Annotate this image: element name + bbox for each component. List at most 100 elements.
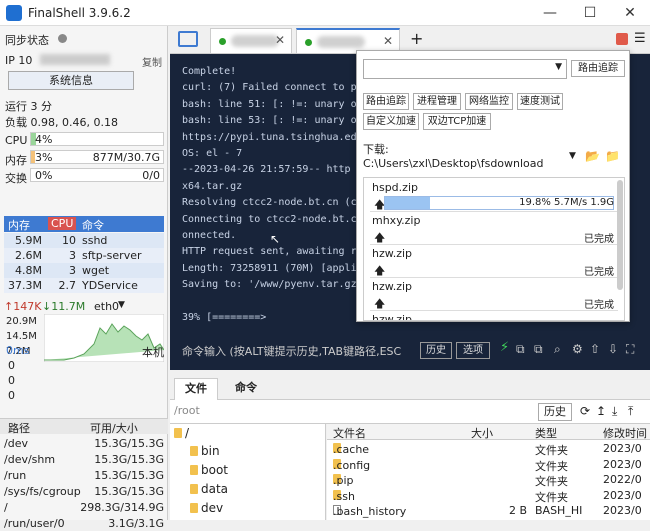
folder-open-icon[interactable]: 📂	[585, 149, 600, 163]
disk-header-path[interactable]: 路径	[8, 420, 30, 436]
file-row[interactable]: .config 文件夹 2023/0	[327, 457, 650, 473]
disk-row[interactable]: / 298.3G/314.9G	[0, 500, 168, 515]
file-name: .cache	[333, 443, 370, 456]
load-text: 负载 0.98, 0.46, 0.18	[5, 116, 118, 129]
tool-tcp-accel[interactable]: 双边TCP加速	[423, 113, 491, 130]
file-row[interactable]: .bash_history 2 B BASH_HI 2023/0	[327, 503, 650, 519]
minimize-button[interactable]: —	[530, 0, 570, 26]
process-table-header: 内存 CPU 命令	[4, 216, 164, 232]
command-input[interactable]: 命令输入 (按ALT键提示历史,TAB键路径,ESC	[182, 343, 401, 359]
history-button[interactable]: 历史	[420, 342, 452, 359]
download-filename: hzw.zip	[372, 280, 413, 293]
download-icon[interactable]: ⇩	[608, 342, 618, 356]
file-row[interactable]: .pip 文件夹 2022/0	[327, 472, 650, 488]
download-item[interactable]: hspd.zip 🡅 19.8% 5.7M/s 1.9G	[370, 180, 618, 212]
download-file-icon[interactable]: ⤓	[612, 404, 617, 419]
disk-row[interactable]: /dev/shm 15.3G/15.3G	[0, 452, 168, 467]
file-size: 2 B	[509, 504, 528, 517]
process-row[interactable]: 4.8M 3 wget	[4, 263, 164, 278]
refresh-icon[interactable]: ⟳	[580, 404, 590, 418]
disk-size: 3.1G/3.1G	[108, 517, 164, 530]
disk-row[interactable]: /sys/fs/cgroup 15.3G/15.3G	[0, 484, 168, 499]
tree-item-boot[interactable]: boot	[190, 463, 228, 477]
file-row[interactable]: .ssh 文件夹 2023/0	[327, 488, 650, 504]
gear-icon[interactable]: ⚙	[572, 342, 583, 356]
search-icon[interactable]: ⌕	[554, 342, 561, 357]
chevron-down-icon[interactable]: ▼	[118, 300, 125, 310]
header-type[interactable]: 类型	[535, 425, 557, 441]
copy-icon[interactable]: ⧉	[516, 342, 525, 357]
tool-network-monitor[interactable]: 网络监控	[465, 93, 513, 110]
options-button[interactable]: 选项	[456, 342, 490, 359]
disk-row[interactable]: /dev 15.3G/15.3G	[0, 436, 168, 451]
download-item[interactable]: hzw.zip 🡅 已完成	[370, 246, 618, 278]
tool-route-trace[interactable]: 路由追踪	[363, 93, 409, 110]
maximize-button[interactable]: ☐	[570, 0, 610, 26]
folder-icon	[190, 484, 198, 494]
header-filename[interactable]: 文件名	[333, 425, 366, 441]
tree-item-bin[interactable]: bin	[190, 444, 220, 458]
download-item[interactable]: hzw.zip 🡅	[370, 312, 618, 320]
tree-root[interactable]: /	[174, 426, 189, 440]
download-filename: hspd.zip	[372, 181, 418, 194]
session-tab-1[interactable]: ✕	[210, 28, 292, 53]
tool-speed-test[interactable]: 速度测试	[517, 93, 563, 110]
tab-files[interactable]: 文件	[174, 378, 218, 400]
terminal-line: Connecting to ctcc2-node.bt.c	[182, 213, 357, 225]
proc-mem: 37.3M	[8, 279, 42, 292]
route-target-select[interactable]: ▼	[363, 59, 567, 79]
net-interface-select[interactable]: eth0	[94, 300, 119, 313]
chevron-down-icon[interactable]: ▼	[569, 151, 576, 161]
layout-grid-icon[interactable]	[616, 33, 628, 45]
file-row[interactable]: .cache 文件夹 2023/0	[327, 441, 650, 457]
swap-label: 交换	[5, 172, 27, 185]
header-size[interactable]: 大小	[471, 425, 493, 441]
download-item[interactable]: hzw.zip 🡅 已完成	[370, 279, 618, 311]
menu-icon[interactable]: ☰	[634, 31, 646, 46]
file-modified: 2022/0	[603, 473, 642, 486]
path-input[interactable]: /root	[174, 404, 200, 417]
close-tab-icon[interactable]: ✕	[275, 33, 285, 47]
path-bar: /root 历史 ⟳ ↥ ⤓ ⤒	[170, 400, 650, 424]
fullscreen-icon[interactable]: ⛶	[626, 342, 634, 357]
tree-item-dev[interactable]: dev	[190, 501, 223, 515]
upload-file-icon[interactable]: ⤒	[628, 404, 633, 419]
path-history-button[interactable]: 历史	[538, 403, 572, 421]
process-row[interactable]: 37.3M 2.7 YDService	[4, 278, 164, 293]
tool-custom-accel[interactable]: 自定义加速	[363, 113, 419, 130]
terminal-line: Length: 73258911 (70M) [appli	[182, 262, 357, 274]
close-button[interactable]: ✕	[610, 0, 650, 26]
disk-row[interactable]: /run/user/0 3.1G/3.1G	[0, 516, 168, 531]
copy-ip-link[interactable]: 复制	[142, 54, 162, 69]
lightning-icon[interactable]: ⚡	[500, 340, 509, 355]
proc-header-mem[interactable]: 内存	[8, 217, 30, 233]
file-list-header: 文件名 大小 类型 修改时间	[327, 424, 650, 440]
up-dir-icon[interactable]: ↥	[596, 404, 606, 418]
disk-row[interactable]: /run 15.3G/15.3G	[0, 468, 168, 483]
folder-icon	[174, 428, 182, 438]
process-row[interactable]: 2.6M 3 sftp-server	[4, 248, 164, 263]
terminal-line: 39% [========>	[182, 312, 267, 323]
disk-header-size[interactable]: 可用/大小	[90, 420, 138, 436]
process-row[interactable]: 5.9M 10 sshd	[4, 233, 164, 248]
download-scrollbar[interactable]	[617, 180, 623, 290]
proc-header-cmd[interactable]: 命令	[82, 217, 104, 233]
sysinfo-button[interactable]: 系统信息	[8, 71, 134, 90]
header-modified[interactable]: 修改时间	[603, 425, 647, 441]
route-trace-button[interactable]: 路由追踪	[571, 60, 625, 77]
upload-icon[interactable]: ⇧	[590, 342, 600, 356]
paste-icon[interactable]: ⧉	[534, 342, 543, 357]
folder-icon[interactable]: 📁	[605, 149, 620, 163]
add-tab-button[interactable]: +	[410, 29, 423, 48]
tree-item-data[interactable]: data	[190, 482, 228, 496]
tool-process-manager[interactable]: 进程管理	[413, 93, 461, 110]
download-item[interactable]: mhxy.zip 🡅 已完成	[370, 213, 618, 245]
disk-size: 15.3G/15.3G	[94, 453, 164, 466]
tab-commands[interactable]: 命令	[222, 378, 270, 400]
chevron-down-icon[interactable]: ▼	[555, 62, 562, 72]
close-tab-icon[interactable]: ✕	[383, 34, 393, 48]
folder-open-icon[interactable]	[178, 31, 198, 47]
terminal-line: bash: line 51: [: !=: unary o	[182, 98, 357, 110]
ping-host[interactable]: 本机	[142, 344, 164, 360]
proc-header-cpu[interactable]: CPU	[48, 217, 77, 230]
